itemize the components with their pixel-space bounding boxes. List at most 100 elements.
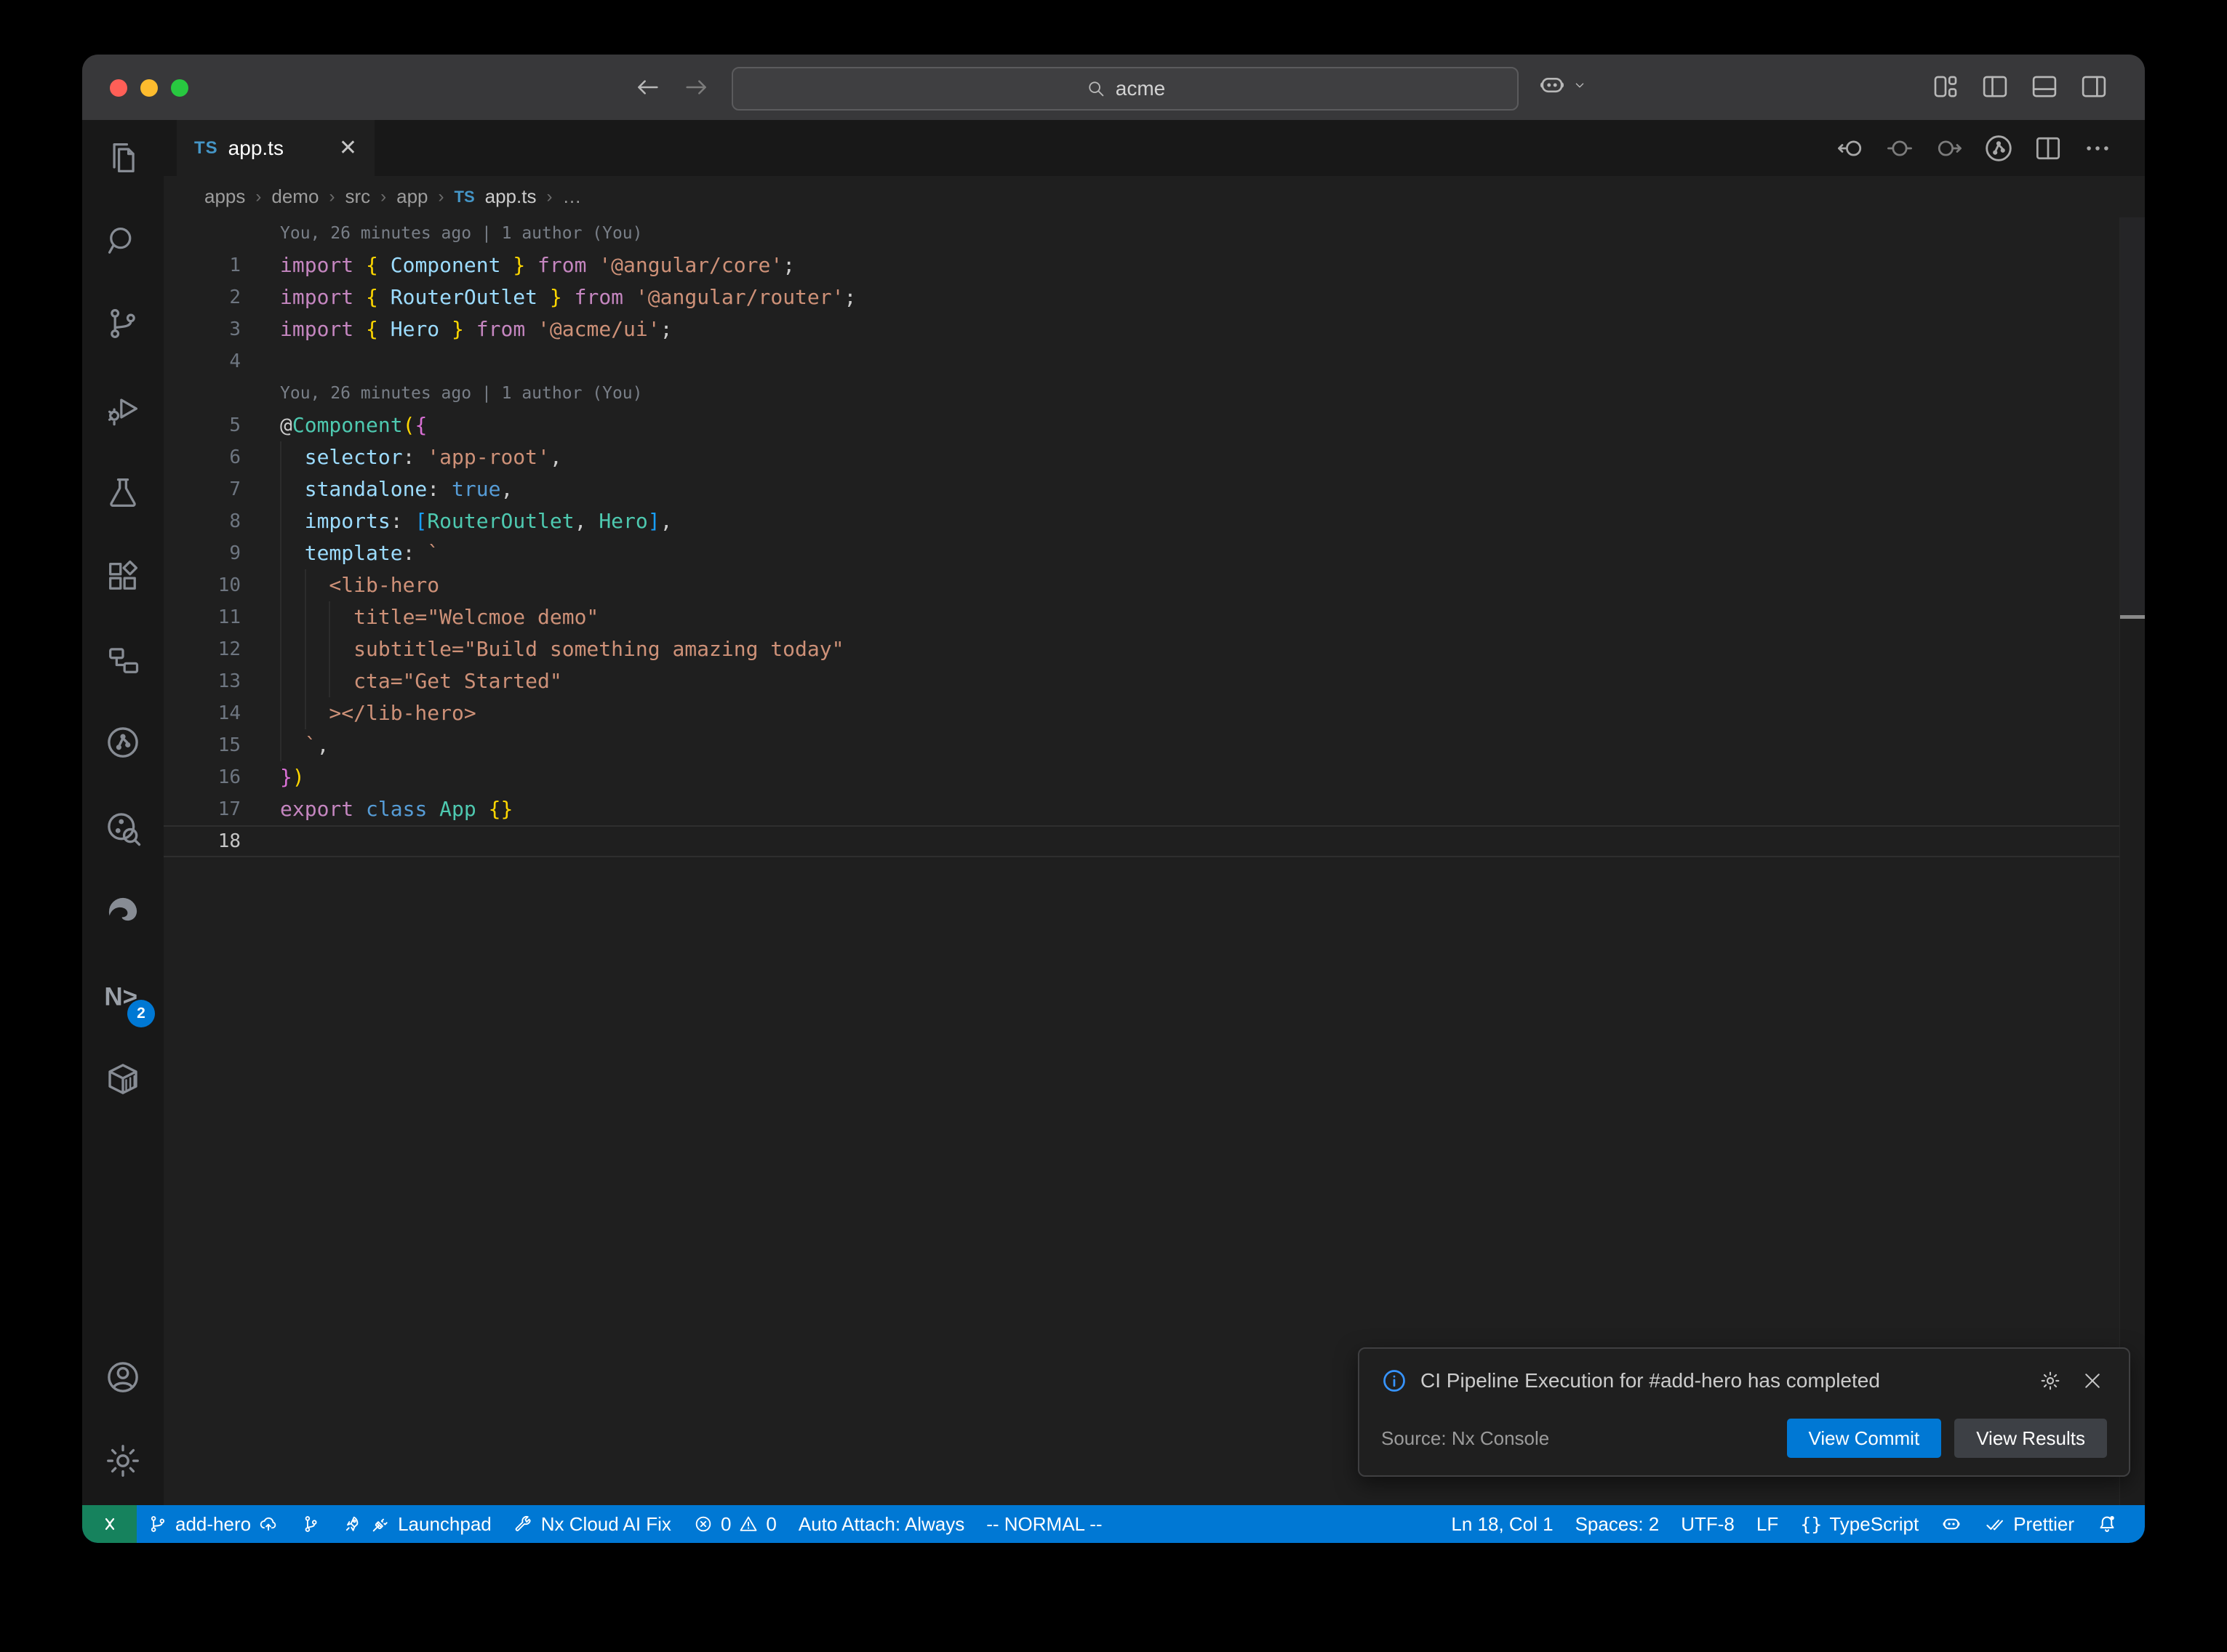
breadcrumb-item-app[interactable]: app — [396, 185, 428, 208]
code-line-15[interactable]: 15 `, — [164, 729, 2120, 761]
problems-status[interactable]: 0 0 — [682, 1505, 788, 1543]
rocket-icon — [343, 1514, 363, 1534]
indentation-status[interactable]: Spaces: 2 — [1564, 1505, 1671, 1543]
graph-circle-icon — [1982, 131, 2015, 166]
close-window-button[interactable] — [110, 79, 127, 97]
sidebar-item-references[interactable] — [100, 637, 146, 683]
code-line-2[interactable]: 2import { RouterOutlet } from '@angular/… — [164, 281, 2120, 313]
copilot-menu-button[interactable] — [1537, 70, 1588, 100]
code-line-12[interactable]: 12 subtitle="Build something amazing tod… — [164, 633, 2120, 665]
cursor-position-status[interactable]: Ln 18, Col 1 — [1440, 1505, 1564, 1543]
breadcrumb-item-symbol[interactable]: … — [562, 185, 581, 208]
minimize-window-button[interactable] — [140, 79, 158, 97]
code-line-3[interactable]: 3import { Hero } from '@acme/ui'; — [164, 313, 2120, 345]
source-control-graph-button[interactable] — [1982, 132, 2015, 165]
code-editor[interactable]: You, 26 minutes ago | 1 author (You)1imp… — [164, 217, 2145, 1505]
sidebar-item-search[interactable] — [100, 218, 146, 265]
code-line-14[interactable]: 14 ></lib-hero> — [164, 697, 2120, 729]
eol-status[interactable]: LF — [1746, 1505, 1789, 1543]
code-line-1[interactable]: 1import { Component } from '@angular/cor… — [164, 249, 2120, 281]
language-label: TypeScript — [1829, 1513, 1919, 1536]
formatter-status[interactable]: Prettier — [1973, 1505, 2085, 1543]
code-text: imports: [RouterOutlet, Hero], — [280, 505, 672, 537]
toggle-panel-button[interactable] — [2027, 69, 2062, 104]
customize-layout-button[interactable] — [1928, 69, 1963, 104]
sidebar-item-commit-search[interactable] — [100, 805, 146, 851]
tab-app-ts[interactable]: TS app.ts ✕ — [177, 120, 375, 176]
double-check-icon — [1984, 1513, 2006, 1535]
previous-change-button[interactable] — [1834, 132, 1867, 165]
auto-attach-status[interactable]: Auto Attach: Always — [788, 1505, 975, 1543]
circle-arrow-left-icon — [1834, 132, 1866, 164]
code-text: import { RouterOutlet } from '@angular/r… — [280, 281, 856, 313]
tab-label: app.ts — [228, 137, 284, 160]
sidebar-item-run-debug[interactable] — [100, 385, 146, 432]
code-text: title="Welcmoe demo" — [280, 601, 599, 633]
encoding-status[interactable]: UTF-8 — [1670, 1505, 1746, 1543]
command-center-search[interactable]: acme — [732, 67, 1519, 111]
code-line-13[interactable]: 13 cta="Get Started" — [164, 665, 2120, 697]
view-commit-button[interactable]: View Commit — [1787, 1419, 1942, 1458]
vim-mode-status[interactable]: -- NORMAL -- — [975, 1505, 1113, 1543]
scrollbar-slider[interactable] — [2120, 217, 2145, 616]
launchpad-status[interactable]: Launchpad — [332, 1505, 503, 1543]
notifications-bell[interactable] — [2085, 1505, 2129, 1543]
split-editor-button[interactable] — [2031, 132, 2065, 165]
account-button[interactable] — [100, 1354, 146, 1400]
language-mode-status[interactable]: {} TypeScript — [1789, 1505, 1930, 1543]
code-line-16[interactable]: 16}) — [164, 761, 2120, 793]
toggle-secondary-sidebar-button[interactable] — [2076, 69, 2111, 104]
code-line-4[interactable]: 4 — [164, 345, 2120, 377]
code-line-10[interactable]: 10 <lib-hero — [164, 569, 2120, 601]
encoding-label: UTF-8 — [1681, 1513, 1735, 1536]
arrow-right-icon — [682, 73, 711, 102]
navigate-back-button[interactable] — [629, 69, 665, 105]
sidebar-item-source-control[interactable] — [100, 300, 146, 347]
code-text: selector: 'app-root', — [280, 441, 562, 473]
sidebar-item-explorer[interactable] — [100, 135, 146, 181]
editor-scrollbar[interactable] — [2119, 217, 2145, 1505]
more-actions-button[interactable] — [2081, 132, 2114, 165]
view-results-button[interactable]: View Results — [1954, 1419, 2107, 1458]
notification-settings-button[interactable] — [2036, 1366, 2065, 1395]
copilot-status[interactable] — [1930, 1505, 1973, 1543]
code-line-18[interactable]: 18 — [164, 825, 2120, 857]
next-change-button[interactable] — [1932, 132, 1966, 165]
code-line-8[interactable]: 8 imports: [RouterOutlet, Hero], — [164, 505, 2120, 537]
remote-indicator[interactable] — [82, 1505, 137, 1543]
zoom-window-button[interactable] — [171, 79, 188, 97]
blame-row[interactable]: You, 26 minutes ago | 1 author (You) — [164, 377, 2120, 409]
sidebar-item-edge-tools[interactable] — [100, 889, 146, 935]
code-line-11[interactable]: 11 title="Welcmoe demo" — [164, 601, 2120, 633]
sidebar-item-containers[interactable] — [100, 1056, 146, 1102]
indent-guide — [280, 441, 281, 761]
sidebar-item-nx-console[interactable]: N> 2 — [100, 974, 146, 1020]
code-line-6[interactable]: 6 selector: 'app-root', — [164, 441, 2120, 473]
settings-button[interactable] — [100, 1438, 146, 1484]
toggle-primary-sidebar-button[interactable] — [1978, 69, 2012, 104]
breadcrumb-item-file[interactable]: app.ts — [485, 185, 537, 208]
code-text: <lib-hero — [280, 569, 439, 601]
close-tab-icon[interactable]: ✕ — [339, 137, 357, 159]
code-line-17[interactable]: 17export class App {} — [164, 793, 2120, 825]
sidebar-item-extensions[interactable] — [100, 553, 146, 600]
breadcrumb-item-src[interactable]: src — [345, 185, 370, 208]
code-line-7[interactable]: 7 standalone: true, — [164, 473, 2120, 505]
sidebar-right-icon — [2079, 71, 2109, 102]
code-text: export class App {} — [280, 793, 513, 825]
current-change-button[interactable] — [1883, 132, 1916, 165]
breadcrumb-item-apps[interactable]: apps — [204, 185, 245, 208]
code-line-9[interactable]: 9 template: ` — [164, 537, 2120, 569]
code-line-5[interactable]: 5@Component({ — [164, 409, 2120, 441]
notification-close-button[interactable] — [2078, 1366, 2107, 1395]
commit-graph-status[interactable] — [289, 1505, 332, 1543]
nx-cloud-fix-status[interactable]: Nx Cloud AI Fix — [503, 1505, 682, 1543]
chevron-right-icon: › — [329, 187, 335, 207]
sidebar-item-commit-graph[interactable] — [100, 719, 146, 766]
navigate-forward-button[interactable] — [679, 69, 715, 105]
blame-row[interactable]: You, 26 minutes ago | 1 author (You) — [164, 217, 2120, 249]
sidebar-item-testing[interactable] — [100, 470, 146, 516]
line-number: 7 — [164, 473, 280, 505]
breadcrumb-item-demo[interactable]: demo — [271, 185, 319, 208]
git-branch-status[interactable]: add-hero — [137, 1505, 289, 1543]
